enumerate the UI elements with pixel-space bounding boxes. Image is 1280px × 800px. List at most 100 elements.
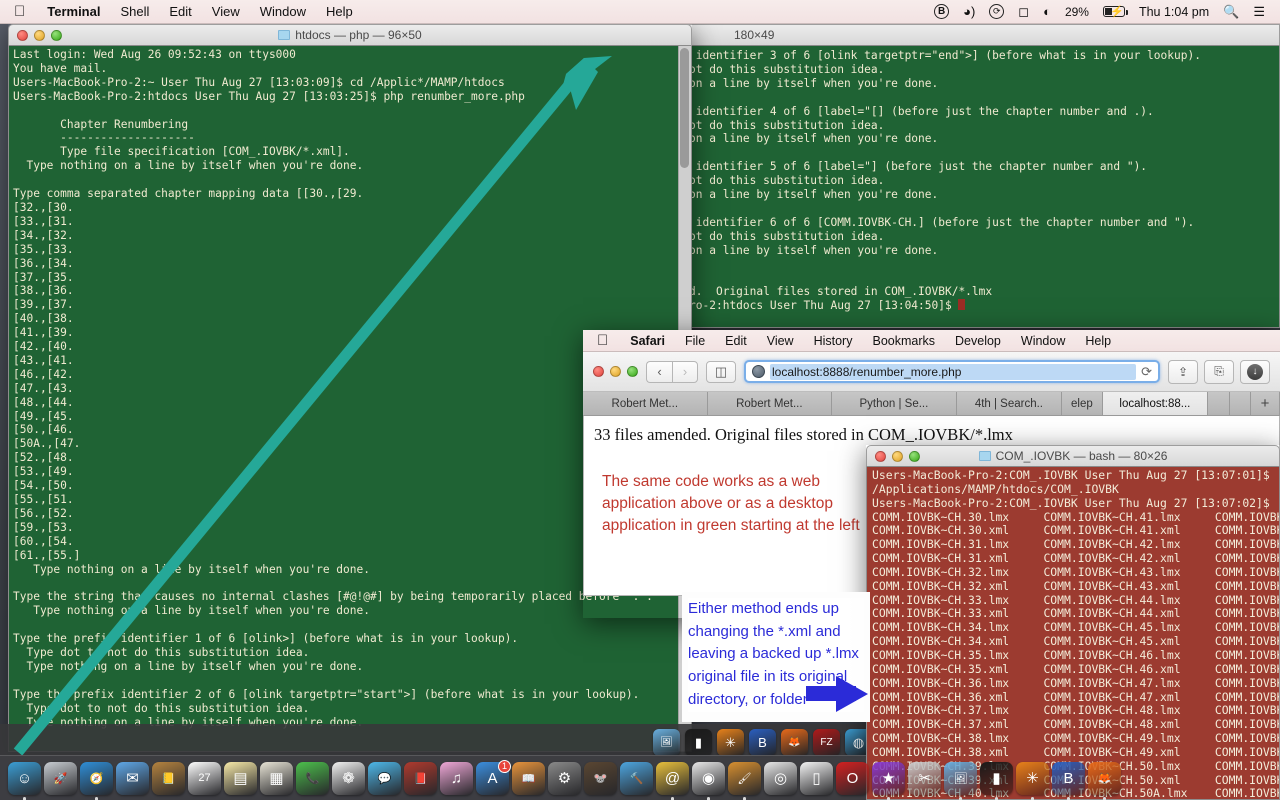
dock-back-icon-bbedit-back[interactable]: B <box>749 729 776 756</box>
wifi-icon[interactable]: ◐ <box>1043 4 1051 19</box>
dock-back-icon-preview-back[interactable]: 🖼 <box>653 729 680 756</box>
tabs-overview-button[interactable]: ⎘ <box>1204 359 1234 384</box>
dock-icon-terminal[interactable]: ▮ <box>980 761 1013 800</box>
safari-window-controls[interactable] <box>593 366 638 377</box>
dock-icon-textedit[interactable]: ▯ <box>800 761 833 795</box>
menu-help[interactable]: Help <box>316 4 363 19</box>
safari-tab-5[interactable]: localhost:88... <box>1102 392 1209 415</box>
sync-icon[interactable]: ⟳ <box>989 4 1005 19</box>
downloads-button[interactable]: ↓ <box>1240 359 1270 384</box>
dock-icon-imovie[interactable]: ★ <box>872 761 905 800</box>
forward-button[interactable]: › <box>672 360 698 383</box>
dock-icon-news[interactable]: ▦ <box>260 761 293 795</box>
dock[interactable]: ☺ 🚀 🧭 ✉ 📒 27 ▤ ▦ 📞 ❁ 💬 📕 ♫ A 1 📖 ⚙ 🐭 🔨 @ ◉ 🖌 ◎ ▯ O ★ ✂ 🖼 ▮ ✳ B 🦊 <box>0 755 1121 800</box>
dock-icon-facetime[interactable]: 📞 <box>296 761 329 795</box>
reload-icon[interactable]: ⟳ <box>1141 364 1152 380</box>
dock-icon-paint[interactable]: 🖌 <box>728 761 761 800</box>
dock-icon-app-store[interactable]: A1 <box>476 759 511 795</box>
safari-zoom-button[interactable] <box>627 366 638 377</box>
dock-icon-dictionary[interactable]: 📕 <box>404 761 437 795</box>
dock-icon-itunes[interactable]: ♫ <box>440 761 473 795</box>
dock-icon-finder[interactable]: ☺ <box>8 761 41 800</box>
dock-icon-gimp[interactable]: 🐭 <box>584 761 617 795</box>
sidebar-toggle-button[interactable]: ◫ <box>706 360 736 383</box>
menu-window[interactable]: Window <box>250 4 316 19</box>
dock-icon-oxygen[interactable]: ◉ <box>692 761 725 800</box>
dock-icon-avast[interactable]: ✳ <box>1016 761 1049 800</box>
url-text[interactable]: localhost:8888/renumber_more.php <box>770 363 1137 380</box>
preview-icon: 🖼 <box>953 772 968 785</box>
bash-body[interactable]: Users-MacBook-Pro-2:COM_.IOVBK User Thu … <box>866 467 1280 800</box>
dock-icon-skim[interactable]: @ <box>656 761 689 800</box>
safari-menu-file[interactable]: File <box>675 334 715 348</box>
new-tab-button[interactable]: + <box>1250 392 1280 415</box>
dock-icon-bbedit[interactable]: B <box>1052 761 1085 800</box>
dock-back-icon-firefox-back[interactable]: 🦊 <box>781 729 808 756</box>
share-button[interactable]: ⇪ <box>1168 359 1198 384</box>
bash-minimize-button[interactable] <box>892 450 903 462</box>
search-icon[interactable]: 🔍 <box>1223 4 1239 20</box>
bash-zoom-button[interactable] <box>909 450 920 462</box>
bluetooth-icon[interactable]: B <box>934 4 950 19</box>
safari-menu-view[interactable]: View <box>757 334 804 348</box>
safari-menu-window[interactable]: Window <box>1011 334 1075 348</box>
clock[interactable]: Thu 1:04 pm <box>1139 5 1209 19</box>
dock-icon-system-preferences[interactable]: ⚙ <box>548 761 581 795</box>
dock-icon-preview[interactable]: 🖼 <box>944 761 977 800</box>
safari-tab-3[interactable]: 4th | Search.. <box>956 392 1063 415</box>
battery-icon[interactable]: ⚡ <box>1102 6 1128 18</box>
dock-back-icon-terminal-back[interactable]: ▮ <box>685 729 712 756</box>
dock-back-icon-filezilla-back[interactable]: FZ <box>813 729 840 756</box>
menu-terminal[interactable]: Terminal <box>37 4 110 19</box>
titlebar-bash[interactable]: COM_.IOVBK — bash — 80×26 <box>866 445 1280 467</box>
dock-icon-launchpad[interactable]: 🚀 <box>44 761 77 795</box>
dock-icon-tools[interactable]: 🔨 <box>620 761 653 795</box>
dock-icon-notes[interactable]: ▤ <box>224 761 257 795</box>
window-controls[interactable] <box>9 29 62 41</box>
menu-shell[interactable]: Shell <box>110 4 159 19</box>
safari-menu-safari[interactable]: Safari <box>620 334 675 348</box>
safari-tab-1[interactable]: Robert Met... <box>707 392 833 415</box>
address-bar[interactable]: localhost:8888/renumber_more.php ⟳ <box>744 360 1160 383</box>
back-button[interactable]: ‹ <box>646 360 672 383</box>
safari-tab-0[interactable]: Robert Met... <box>583 392 708 415</box>
dock-icon-contacts[interactable]: 📒 <box>152 761 185 795</box>
titlebar-main-terminal[interactable]: htdocs — php — 96×50 <box>8 24 692 46</box>
dock-icon-mail[interactable]: ✉ <box>116 761 149 795</box>
menu-edit[interactable]: Edit <box>159 4 201 19</box>
dock-icon-messages[interactable]: 💬 <box>368 761 401 795</box>
dock-back-icon-avast-back[interactable]: ✳ <box>717 729 744 756</box>
dock-icon-calendar[interactable]: 27 <box>188 761 221 795</box>
dock-icon-photos[interactable]: ❁ <box>332 761 365 795</box>
safari-minimize-button[interactable] <box>610 366 621 377</box>
dock-icon-firefox[interactable]: 🦊 <box>1088 761 1121 800</box>
apple-menu-icon-safari[interactable]:  <box>583 333 620 348</box>
minimize-button[interactable] <box>34 29 45 41</box>
safari-menu-help[interactable]: Help <box>1075 334 1121 348</box>
safari-close-button[interactable] <box>593 366 604 377</box>
bash-window[interactable]: COM_.IOVBK — bash — 80×26 Users-MacBook-… <box>866 445 1280 800</box>
dock-icon-safari[interactable]: 🧭 <box>80 761 113 800</box>
safari-tab-bar[interactable]: Robert Met... Robert Met... Python | Se...… <box>583 392 1280 416</box>
safari-menu-bookmarks[interactable]: Bookmarks <box>862 334 945 348</box>
zoom-button[interactable] <box>51 29 62 41</box>
notification-center-icon[interactable]: ☰ <box>1253 4 1265 20</box>
safari-menu-develop[interactable]: Develop <box>945 334 1011 348</box>
airplay-icon[interactable]: ◻ <box>1018 4 1029 20</box>
apple-menu-icon[interactable]:  <box>0 4 37 19</box>
dock-icon-scissors[interactable]: ✂ <box>908 761 941 795</box>
safari-tab-2[interactable]: Python | Se... <box>832 392 957 415</box>
dock-icon-opera[interactable]: O <box>836 761 869 795</box>
bash-window-controls[interactable] <box>867 450 920 462</box>
terminal-scrollbar-thumb[interactable] <box>680 48 689 168</box>
safari-menu-history[interactable]: History <box>804 334 863 348</box>
dock-icon-chrome[interactable]: ◎ <box>764 761 797 795</box>
nav-buttons[interactable]: ‹ › <box>646 360 698 383</box>
safari-menu-edit[interactable]: Edit <box>715 334 757 348</box>
safari-tab-4[interactable]: elep <box>1062 392 1103 415</box>
airdrop-icon[interactable]: ◕) <box>963 4 975 19</box>
close-button[interactable] <box>17 29 28 41</box>
bash-close-button[interactable] <box>875 450 886 462</box>
menu-view[interactable]: View <box>202 4 250 19</box>
dock-icon-ibooks[interactable]: 📖 <box>512 761 545 795</box>
